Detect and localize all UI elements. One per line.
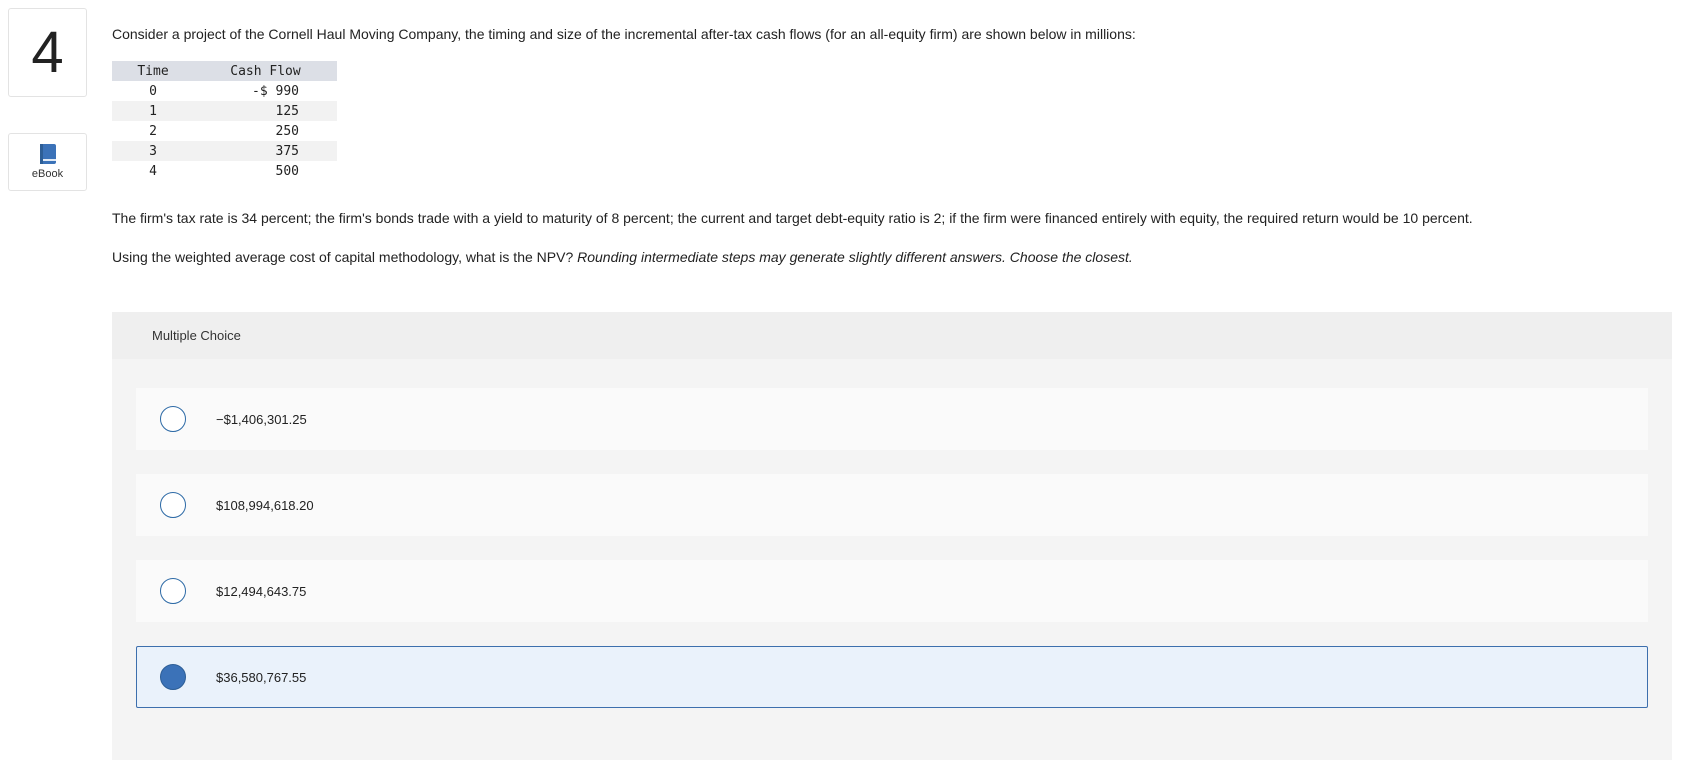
cash-flow-cell: 250	[275, 123, 299, 139]
table-row: 1 125	[112, 101, 337, 121]
table-row: 2 250	[112, 121, 337, 141]
radio-button[interactable]	[160, 578, 186, 604]
answer-options: −$1,406,301.25 $108,994,618.20 $12,494,6…	[136, 388, 1648, 732]
cash-flow-cell: 500	[275, 163, 299, 179]
answer-option-label: $12,494,643.75	[216, 583, 307, 599]
answer-option-4[interactable]: $36,580,767.55	[136, 646, 1648, 708]
time-cell: 1	[112, 101, 194, 121]
question-content: Consider a project of the Cornell Haul M…	[112, 24, 1672, 267]
table-row: 3 375	[112, 141, 337, 161]
multiple-choice-panel: Multiple Choice −$1,406,301.25 $108,994,…	[112, 312, 1672, 760]
column-header-cash-flow: Cash Flow	[194, 61, 337, 81]
question-prompt-main: Using the weighted average cost of capit…	[112, 249, 574, 265]
question-intro: Consider a project of the Cornell Haul M…	[112, 26, 1136, 42]
column-header-time: Time	[112, 61, 194, 81]
time-cell: 2	[149, 123, 157, 139]
answer-option-label: $36,580,767.55	[216, 669, 307, 685]
table-row: 0 -$ 990	[112, 81, 337, 101]
radio-button[interactable]	[160, 492, 186, 518]
cash-flow-cell: 375	[194, 141, 337, 161]
time-cell: 4	[149, 163, 157, 179]
answer-option-1[interactable]: −$1,406,301.25	[136, 388, 1648, 450]
question-number: 4	[31, 19, 64, 85]
question-prompt: Using the weighted average cost of capit…	[112, 247, 1672, 267]
ebook-button[interactable]: eBook	[8, 133, 87, 191]
book-icon	[39, 144, 56, 164]
question-prompt-note: Rounding intermediate steps may generate…	[577, 249, 1133, 265]
answer-option-2[interactable]: $108,994,618.20	[136, 474, 1648, 536]
time-cell: 3	[112, 141, 194, 161]
answer-option-label: −$1,406,301.25	[216, 411, 307, 427]
time-cell: 0	[149, 83, 157, 99]
cash-flow-table: Time Cash Flow 0 -$ 990 1 125 2 250 3 37…	[112, 61, 337, 181]
question-paragraph-rates: The firm's tax rate is 34 percent; the f…	[112, 210, 1473, 226]
table-header-row: Time Cash Flow	[112, 61, 337, 81]
table-row: 4 500	[112, 161, 337, 181]
radio-button-selected[interactable]	[160, 664, 186, 690]
question-number-box: 4	[8, 8, 87, 97]
radio-button[interactable]	[160, 406, 186, 432]
cash-flow-cell: 125	[194, 101, 337, 121]
multiple-choice-header: Multiple Choice	[112, 312, 1672, 359]
answer-option-label: $108,994,618.20	[216, 497, 314, 513]
answer-option-3[interactable]: $12,494,643.75	[136, 560, 1648, 622]
ebook-label: eBook	[31, 168, 64, 180]
cash-flow-cell: -$ 990	[252, 83, 299, 99]
